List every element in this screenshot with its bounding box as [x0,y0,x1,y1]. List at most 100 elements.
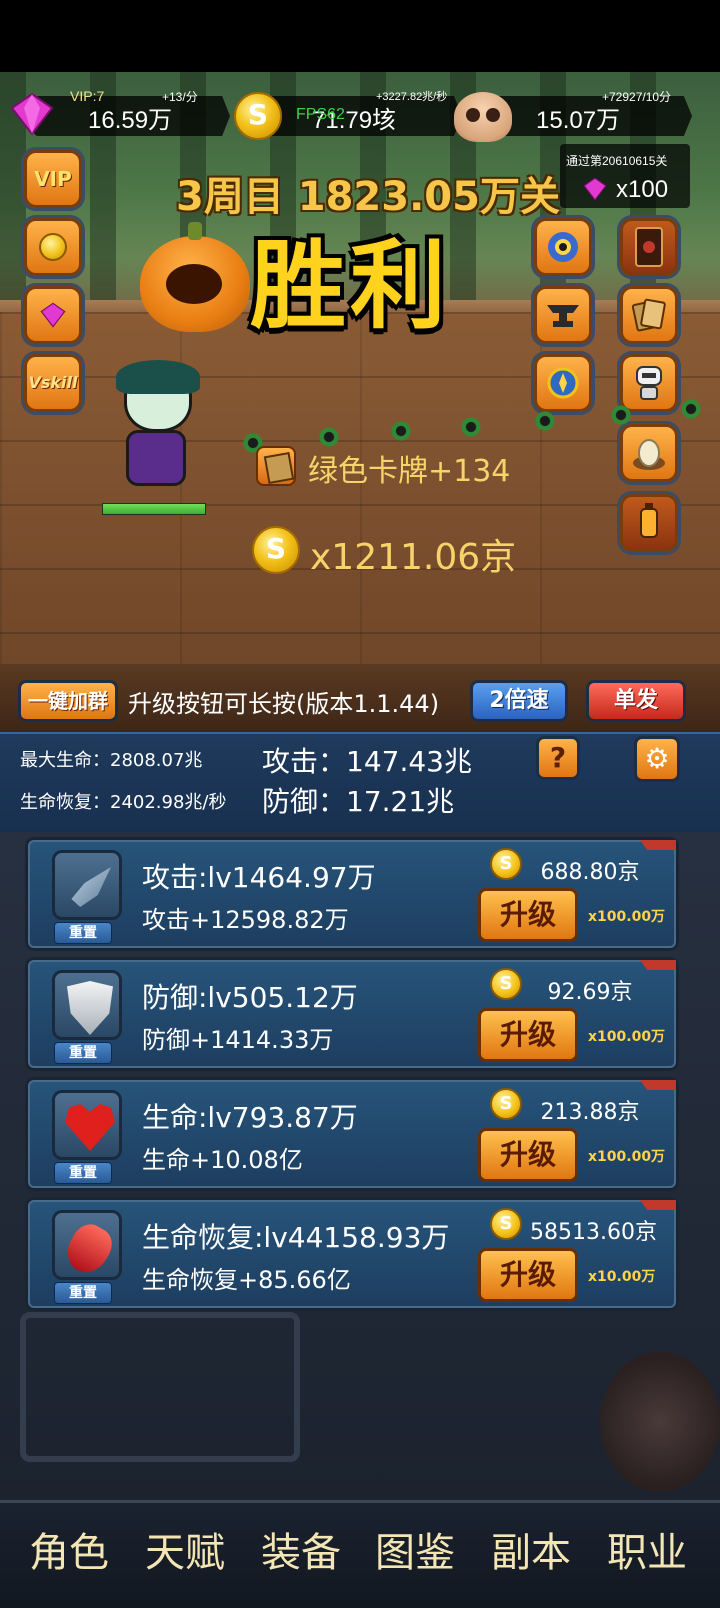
upgrade-level: 攻击:lv1464.97万 [142,861,376,894]
upgrade-icon-frame [52,970,122,1040]
shuriken-projectile [318,426,340,448]
max-hp-stat: 最大生命：2808.07兆 [20,750,203,771]
upgrade-bonus: 生命恢复+85.66亿 [142,1266,351,1294]
help-button[interactable]: ? [536,736,580,780]
vip-label: VIP [34,167,72,191]
egg-button[interactable] [620,424,678,482]
skull-icon [454,92,512,142]
gold-reward-text: x1211.06京 [310,537,517,578]
hero-hp-bar [102,503,206,515]
join-group-button[interactable]: 一键加群 [18,680,118,722]
gem-icon [583,177,607,201]
upgrade-bonus: 攻击+12598.82万 [142,906,349,934]
gem-icon [10,92,54,136]
upgrade-multiplier[interactable]: x100.00万 [588,906,665,926]
lantern-icon [640,503,658,538]
card-reward-text: 绿色卡牌+134 [308,454,511,489]
nav-tab-class[interactable]: 职业 [592,1520,702,1578]
eye-monster-button[interactable] [534,218,592,276]
victory-banner: 胜利 [250,230,450,342]
compass-button[interactable] [534,354,592,412]
coin-icon: S [490,848,522,880]
attack-stat: 攻击：147.43兆 [262,745,472,778]
hero-hp-fill [103,504,205,514]
row-corner-deco [640,840,676,850]
gold-shop-button[interactable] [24,218,82,276]
upgrade-icon-frame [52,1090,122,1160]
upgrade-multiplier[interactable]: x100.00万 [588,1026,665,1046]
upgrade-multiplier[interactable]: x100.00万 [588,1146,665,1166]
card-back-icon [635,227,663,267]
card-reward-icon [256,446,296,486]
upgrade-button[interactable]: 升级 [478,888,578,942]
forge-button[interactable] [534,286,592,344]
row-corner-deco [640,1200,676,1210]
reset-button[interactable]: 重置 [54,1282,112,1304]
row-corner-deco [640,960,676,970]
heart-icon [65,1103,115,1151]
anvil-icon [547,305,579,327]
status-bar-blank [0,0,720,72]
single-shot-button[interactable]: 单发 [586,680,686,722]
shuriken-projectile [534,410,556,432]
ninja-hero [104,360,204,500]
coin-icon: S [490,968,522,1000]
pumpkin-monster [140,222,250,332]
nav-tab-dungeon[interactable]: 副本 [476,1520,586,1578]
nav-tab-character[interactable]: 角色 [14,1520,124,1578]
compass-icon [547,367,579,399]
upgrade-icon-frame [52,850,122,920]
cards-button[interactable] [620,286,678,344]
upgrade-icon-frame [52,1210,122,1280]
shield-icon [67,981,113,1035]
upgrade-level: 生命:lv793.87万 [142,1101,358,1134]
hero-hair [116,360,200,394]
upgrade-cost: 92.69京 [547,980,633,1005]
settings-button[interactable]: ⚙ [634,736,680,782]
gold-coin-icon: S [234,92,282,140]
shuriken-projectile [390,420,412,442]
vskill-button[interactable]: Vskill [24,354,82,412]
upgrade-bonus: 生命+10.08亿 [142,1146,303,1174]
gem-amount: 16.59万 [88,107,173,134]
nav-tab-codex[interactable]: 图鉴 [360,1520,470,1578]
vip-button[interactable]: VIP [24,150,82,208]
nav-tab-talent[interactable]: 天赋 [130,1520,240,1578]
coin-icon: S [490,1208,522,1240]
card-back-button[interactable] [620,218,678,276]
vskill-label: Vskill [28,373,78,392]
upgrade-button[interactable]: 升级 [478,1128,578,1182]
reset-button[interactable]: 重置 [54,1042,112,1064]
shuriken-projectile [610,404,632,426]
upgrade-button[interactable]: 升级 [478,1008,578,1062]
robot-icon [636,366,662,400]
stage-pass-text: 通过第20610615关 [566,154,668,168]
regen-stat: 生命恢复：2402.98兆/秒 [20,792,227,813]
egg-icon [633,439,665,470]
defense-stat: 防御：17.21兆 [262,785,455,818]
gem-shop-button[interactable] [24,286,82,344]
version-tip: 升级按钮可长按(版本1.1.44) [128,690,440,718]
row-corner-deco [640,1080,676,1090]
cards-icon [631,298,666,332]
reset-button[interactable]: 重置 [54,1162,112,1184]
lantern-button[interactable] [620,494,678,552]
background-frame [20,1312,300,1462]
upgrade-row-attack: 重置 攻击:lv1464.97万 攻击+12598.82万 S 688.80京 … [28,840,676,948]
coin-icon [39,233,67,261]
double-speed-button[interactable]: 2倍速 [470,680,568,722]
gem-icon [40,302,66,328]
upgrade-level: 防御:lv505.12万 [142,981,358,1014]
upgrade-button[interactable]: 升级 [478,1248,578,1302]
nav-tab-equipment[interactable]: 装备 [246,1520,356,1578]
dagger-icon [71,867,111,907]
upgrade-cost: 688.80京 [540,860,640,885]
robot-button[interactable] [620,354,678,412]
upgrade-row-hp: 重置 生命:lv793.87万 生命+10.08亿 S 213.88京 升级 x… [28,1080,676,1188]
potion-icon [59,1218,119,1280]
upgrade-multiplier[interactable]: x10.00万 [588,1266,655,1286]
eye-monster-icon [548,232,578,262]
reset-button[interactable]: 重置 [54,922,112,944]
gear-icon: ⚙ [644,742,670,775]
upgrade-cost: 58513.60京 [530,1220,657,1245]
